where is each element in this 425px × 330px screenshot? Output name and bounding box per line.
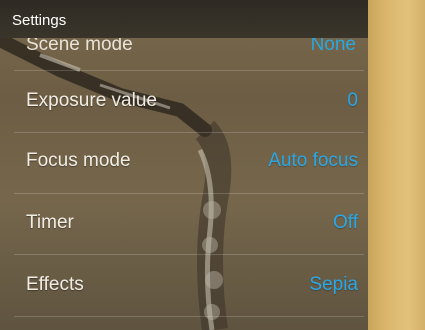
setting-label: Exposure value — [26, 90, 157, 111]
divider — [14, 70, 364, 71]
divider — [14, 254, 364, 255]
setting-label: Effects — [26, 274, 84, 295]
setting-row-exposure-value[interactable]: Exposure value 0 — [0, 72, 368, 132]
setting-row-focus-mode[interactable]: Focus mode Auto focus — [0, 132, 368, 192]
setting-row-timer[interactable]: Timer Off — [0, 194, 368, 254]
setting-label: Timer — [26, 212, 74, 233]
setting-value: Off — [333, 212, 358, 233]
setting-value: 0 — [347, 90, 358, 111]
setting-label: Focus mode — [26, 150, 131, 171]
setting-value: Sepia — [309, 274, 358, 295]
title-bar: Settings — [0, 0, 368, 38]
setting-value: Auto focus — [268, 150, 358, 171]
divider — [14, 316, 364, 317]
camera-settings-screen: Scene mode None Settings Exposure value … — [0, 0, 425, 330]
window-title: Settings — [12, 12, 67, 29]
setting-row-effects[interactable]: Effects Sepia — [0, 256, 368, 316]
